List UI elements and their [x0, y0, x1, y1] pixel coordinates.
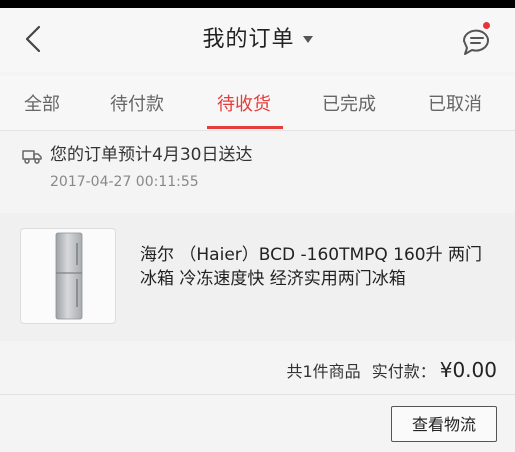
caret-down-icon [302, 36, 313, 43]
tab-all[interactable]: 全部 [24, 90, 60, 116]
order-summary: 共1件商品 实付款： ¥0.00 [0, 344, 515, 395]
message-button[interactable] [456, 20, 496, 60]
view-logistics-button[interactable]: 查看物流 [391, 406, 497, 442]
paid-label: 实付款： [371, 362, 436, 381]
delivery-info: 您的订单预计4月30日送达 2017-04-27 00:11:55 [0, 132, 515, 206]
status-bar [0, 0, 515, 8]
summary-line: 共1件商品 实付款： ¥0.00 [286, 358, 497, 382]
tab-pending-receipt[interactable]: 待收货 [217, 90, 271, 116]
tab-pending-payment[interactable]: 待付款 [110, 90, 164, 116]
order-tabs: 全部 待付款 待收货 已完成 已取消 [0, 76, 515, 131]
refrigerator-icon [55, 232, 83, 320]
active-tab-indicator [207, 126, 283, 129]
page-title: 我的订单 [202, 27, 295, 52]
delivery-estimate: 您的订单预计4月30日送达 [50, 145, 253, 165]
product-name[interactable]: 海尔 （Haier）BCD -160TMPQ 160升 两门冰箱 冷冻速度快 经… [140, 243, 485, 291]
app-screen: 我的订单 全部 待付款 待收货 已完成 已取消 您的订单预计4月30日送达 20… [0, 8, 515, 452]
tab-completed[interactable]: 已完成 [322, 90, 376, 116]
order-type-dropdown[interactable]: 我的订单 [0, 24, 515, 56]
header-bar: 我的订单 [0, 8, 515, 72]
paid-amount: ¥0.00 [439, 358, 497, 382]
order-actions: 查看物流 [0, 396, 515, 452]
order-timestamp: 2017-04-27 00:11:55 [50, 174, 199, 190]
product-item[interactable]: 海尔 （Haier）BCD -160TMPQ 160升 两门冰箱 冷冻速度快 经… [0, 213, 515, 341]
product-thumbnail[interactable] [20, 228, 116, 324]
tab-cancelled[interactable]: 已取消 [428, 90, 482, 116]
notification-dot [483, 22, 490, 29]
item-count: 共1件商品 [286, 362, 361, 381]
truck-icon [22, 150, 42, 164]
chat-bubble-icon [462, 29, 489, 55]
